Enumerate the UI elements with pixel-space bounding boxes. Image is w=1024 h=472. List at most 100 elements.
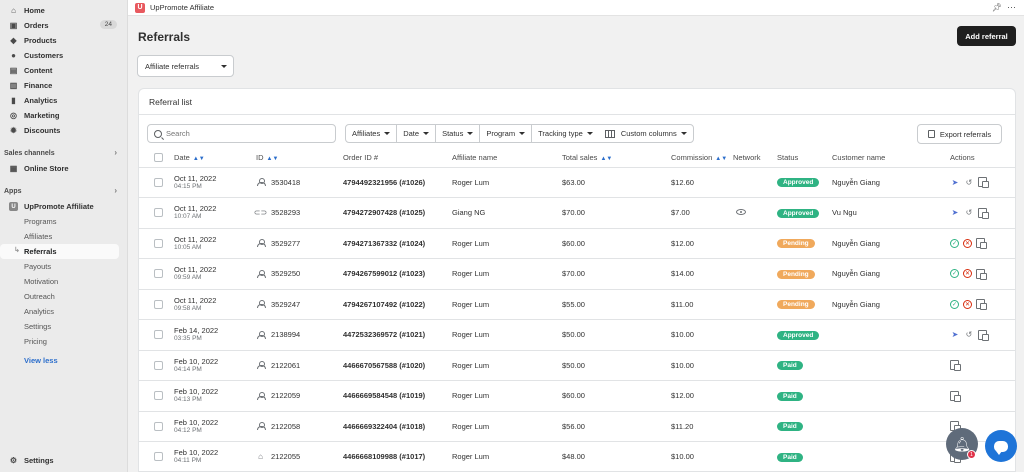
sidebar-subitem-referrals[interactable]: ↳ Referrals (0, 244, 119, 259)
filter-tracking-type[interactable]: Tracking type (532, 125, 599, 142)
order-id-cell[interactable]: 4794267599012 (#1023) (343, 258, 452, 290)
sidebar-item-home[interactable]: ⌂ Home (0, 3, 127, 18)
reject-icon[interactable]: ✕ (963, 238, 972, 248)
header-commission[interactable]: Commission ▲▼ (671, 149, 733, 168)
search-field[interactable] (147, 124, 336, 143)
select-all-checkbox[interactable] (154, 153, 163, 163)
affiliate-name-cell[interactable]: Roger Lum (452, 319, 562, 351)
table-row[interactable]: Oct 11, 2022 10:05 AM 3529277 4794271367332… (139, 228, 1015, 259)
row-checkbox[interactable] (154, 330, 163, 340)
more-icon[interactable]: ⋯ (1007, 2, 1016, 13)
add-referral-button[interactable]: Add referral (957, 26, 1016, 46)
undo-icon[interactable]: ↺ (964, 330, 974, 340)
order-id-cell[interactable]: 4794272907428 (#1025) (343, 197, 452, 229)
table-row[interactable]: Feb 14, 2022 03:35 PM 2138994 4472532369572… (139, 319, 1015, 351)
affiliate-name-cell[interactable]: Roger Lum (452, 441, 562, 471)
sidebar-subitem-payouts[interactable]: Payouts (0, 259, 127, 274)
sidebar-item-products[interactable]: ◆ Products (0, 33, 127, 48)
affiliate-name-cell[interactable]: Roger Lum (452, 289, 562, 320)
details-icon[interactable] (976, 299, 987, 311)
order-id-cell[interactable]: 4794267107492 (#1022) (343, 289, 452, 320)
sidebar-subitem-affiliates[interactable]: Affiliates (0, 229, 127, 244)
row-checkbox[interactable] (154, 452, 163, 462)
row-checkbox[interactable] (154, 177, 163, 187)
order-id-cell[interactable]: 4466670567588 (#1020) (343, 350, 452, 381)
row-checkbox[interactable] (154, 360, 163, 370)
sidebar-item-content[interactable]: ▤ Content (0, 63, 127, 78)
send-icon[interactable]: ➤ (950, 330, 960, 340)
referral-type-select[interactable]: Affiliate referrals (137, 55, 234, 77)
chat-button[interactable] (985, 430, 1017, 462)
order-id-cell[interactable]: 4794271367332 (#1024) (343, 228, 452, 259)
undo-icon[interactable]: ↺ (964, 177, 974, 187)
order-id-cell[interactable]: 4466668109988 (#1017) (343, 441, 452, 471)
affiliate-name-cell[interactable]: Roger Lum (452, 228, 562, 259)
filter-affiliates[interactable]: Affiliates (346, 125, 398, 142)
affiliate-name-cell[interactable]: Roger Lum (452, 258, 562, 290)
table-row[interactable]: Oct 11, 2022 09:58 AM 3529247 4794267107492… (139, 289, 1015, 320)
details-icon[interactable] (978, 329, 989, 341)
approve-icon[interactable]: ✓ (950, 269, 959, 279)
apps-label[interactable]: Apps › (0, 184, 127, 199)
order-id-cell[interactable]: 4472532369572 (#1021) (343, 319, 452, 351)
custom-columns-button[interactable]: Custom columns (599, 125, 693, 142)
row-checkbox[interactable] (154, 421, 163, 431)
approve-icon[interactable]: ✓ (950, 238, 959, 248)
sidebar-item-finance[interactable]: ▥ Finance (0, 78, 127, 93)
header-total-sales[interactable]: Total sales ▲▼ (562, 149, 671, 168)
reject-icon[interactable]: ✕ (963, 269, 972, 279)
sidebar-item-discounts[interactable]: ✹ Discounts (0, 123, 127, 138)
order-id-cell[interactable]: 4794492321956 (#1026) (343, 167, 452, 198)
filter-date[interactable]: Date (397, 125, 437, 142)
sidebar-item-settings[interactable]: ⚙ Settings (0, 453, 128, 468)
sidebar-subitem-settings[interactable]: Settings (0, 319, 127, 334)
table-row[interactable]: Feb 10, 2022 04:12 PM 2122058 4466669322404… (139, 411, 1015, 442)
view-less-link[interactable]: View less (0, 353, 127, 368)
details-icon[interactable] (976, 268, 987, 280)
row-checkbox[interactable] (154, 238, 163, 248)
approve-icon[interactable]: ✓ (950, 299, 959, 309)
table-row[interactable]: Oct 11, 2022 09:59 AM 3529250 4794267599012… (139, 258, 1015, 290)
table-row[interactable]: Feb 10, 2022 04:14 PM 2122061 4466670567588… (139, 350, 1015, 381)
sales-channels-label[interactable]: Sales channels › (0, 146, 127, 161)
filter-status[interactable]: Status (436, 125, 481, 142)
details-icon[interactable] (950, 360, 961, 372)
affiliate-name-cell[interactable]: Giang NG (452, 197, 562, 229)
header-id[interactable]: ID ▲▼ (256, 149, 343, 168)
sidebar-item-customers[interactable]: ● Customers (0, 48, 127, 63)
notifications-button[interactable]: 🔔︎ 1 (946, 428, 978, 460)
affiliate-name-cell[interactable]: Roger Lum (452, 167, 562, 198)
order-id-cell[interactable]: 4466669322404 (#1018) (343, 411, 452, 442)
details-icon[interactable] (978, 177, 989, 189)
sidebar-item-analytics[interactable]: ▮ Analytics (0, 93, 127, 108)
search-input[interactable] (166, 129, 326, 138)
table-row[interactable]: Feb 10, 2022 04:13 PM 2122059 4466669584548… (139, 380, 1015, 412)
sidebar-item-uppromote[interactable]: U UpPromote Affiliate (0, 199, 127, 214)
row-checkbox[interactable] (154, 299, 163, 309)
table-row[interactable]: Oct 11, 2022 10:07 AM ⊂⊃ 3528293 47942729074… (139, 197, 1015, 229)
table-row[interactable]: Feb 10, 2022 04:11 PM ⌂ 2122055 446666810998… (139, 441, 1015, 471)
reject-icon[interactable]: ✕ (963, 299, 972, 309)
sidebar-subitem-outreach[interactable]: Outreach (0, 289, 127, 304)
send-icon[interactable]: ➤ (950, 177, 960, 187)
order-id-cell[interactable]: 4466669584548 (#1019) (343, 380, 452, 412)
details-icon[interactable] (976, 238, 987, 250)
send-icon[interactable]: ➤ (950, 208, 960, 218)
details-icon[interactable] (978, 207, 989, 219)
sidebar-subitem-pricing[interactable]: Pricing (0, 334, 127, 349)
pin-icon[interactable]: 📌︎ (992, 3, 1002, 12)
sidebar-subitem-analytics[interactable]: Analytics (0, 304, 127, 319)
filter-program[interactable]: Program (480, 125, 533, 142)
affiliate-name-cell[interactable]: Roger Lum (452, 350, 562, 381)
eye-icon[interactable] (736, 209, 746, 216)
sidebar-item-online-store[interactable]: ▦ Online Store (0, 161, 127, 176)
sidebar-item-marketing[interactable]: ◎ Marketing (0, 108, 127, 123)
undo-icon[interactable]: ↺ (964, 208, 974, 218)
header-date[interactable]: Date ▲▼ (174, 149, 256, 168)
sidebar-subitem-programs[interactable]: Programs (0, 214, 127, 229)
table-row[interactable]: Oct 11, 2022 04:15 PM 3530418 4794492321956… (139, 167, 1015, 198)
row-checkbox[interactable] (154, 391, 163, 401)
row-checkbox[interactable] (154, 208, 163, 218)
affiliate-name-cell[interactable]: Roger Lum (452, 380, 562, 412)
sidebar-subitem-motivation[interactable]: Motivation (0, 274, 127, 289)
